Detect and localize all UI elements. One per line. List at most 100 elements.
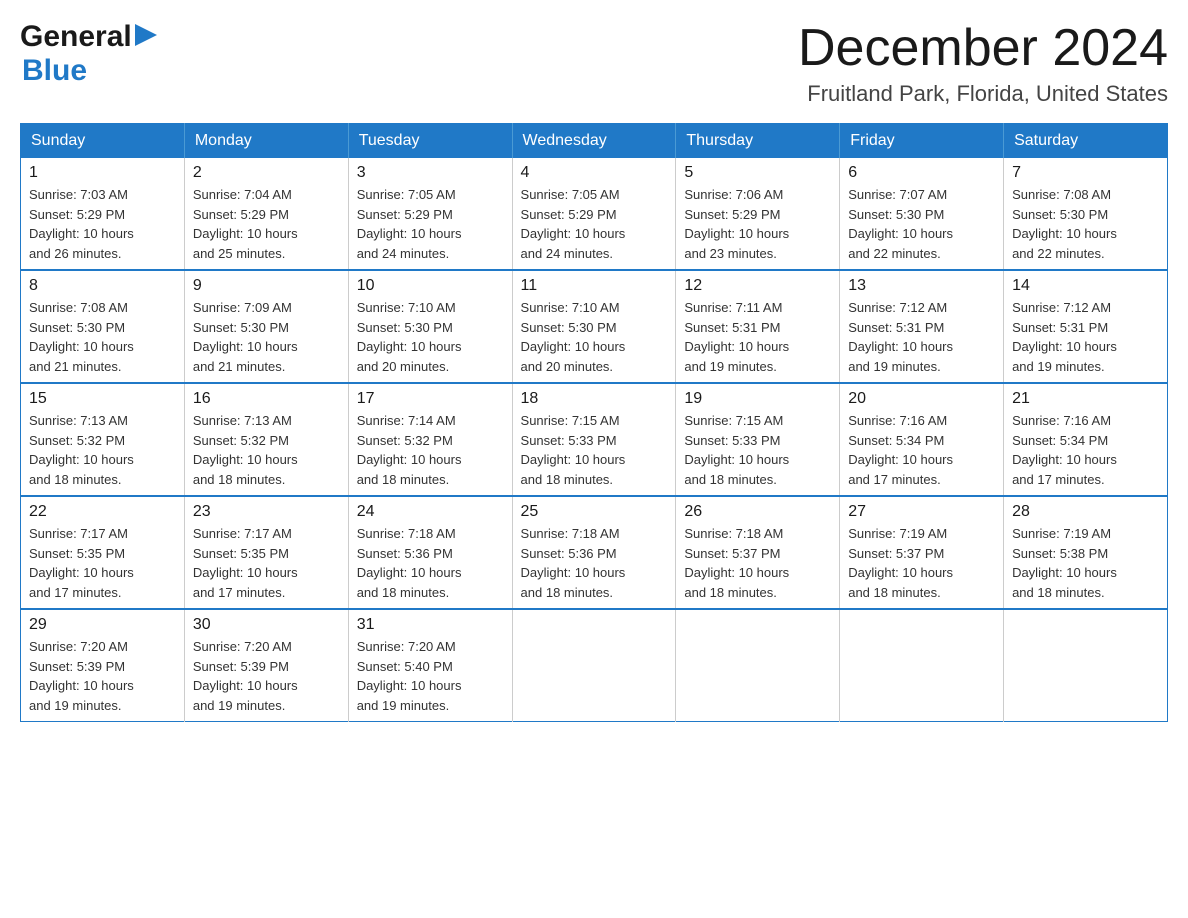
day-info-text: and 18 minutes.	[357, 470, 504, 490]
day-number: 18	[521, 390, 668, 408]
table-row: 7Sunrise: 7:08 AMSunset: 5:30 PMDaylight…	[1004, 158, 1168, 270]
table-row: 16Sunrise: 7:13 AMSunset: 5:32 PMDayligh…	[184, 383, 348, 496]
day-info-text: Daylight: 10 hours	[521, 224, 668, 244]
day-number: 1	[29, 164, 176, 182]
page-wrapper: General Blue December 2024 Fruitland Par…	[20, 20, 1168, 722]
day-info-text: Sunset: 5:36 PM	[357, 544, 504, 564]
day-info-text: Sunset: 5:39 PM	[193, 657, 340, 677]
day-number: 9	[193, 277, 340, 295]
table-row	[1004, 609, 1168, 722]
day-number: 21	[1012, 390, 1159, 408]
col-monday: Monday	[184, 124, 348, 159]
day-info-text: Daylight: 10 hours	[521, 450, 668, 470]
table-row: 8Sunrise: 7:08 AMSunset: 5:30 PMDaylight…	[21, 270, 185, 383]
day-info-text: Sunset: 5:29 PM	[29, 205, 176, 225]
day-number: 24	[357, 503, 504, 521]
day-info-text: Daylight: 10 hours	[848, 224, 995, 244]
day-info-text: Sunset: 5:29 PM	[684, 205, 831, 225]
col-sunday: Sunday	[21, 124, 185, 159]
calendar-table: Sunday Monday Tuesday Wednesday Thursday…	[20, 123, 1168, 722]
day-info-text: Daylight: 10 hours	[848, 450, 995, 470]
title-section: December 2024 Fruitland Park, Florida, U…	[798, 20, 1168, 107]
day-info-text: Daylight: 10 hours	[357, 450, 504, 470]
day-info-text: Daylight: 10 hours	[193, 563, 340, 583]
day-number: 2	[193, 164, 340, 182]
day-info-text: Sunset: 5:38 PM	[1012, 544, 1159, 564]
logo-triangle-icon	[135, 24, 157, 46]
table-row: 2Sunrise: 7:04 AMSunset: 5:29 PMDaylight…	[184, 158, 348, 270]
table-row: 20Sunrise: 7:16 AMSunset: 5:34 PMDayligh…	[840, 383, 1004, 496]
day-info-text: Sunrise: 7:04 AM	[193, 185, 340, 205]
day-info-text: Sunset: 5:29 PM	[521, 205, 668, 225]
day-info-text: and 18 minutes.	[848, 583, 995, 603]
day-number: 16	[193, 390, 340, 408]
day-info-text: Sunset: 5:36 PM	[521, 544, 668, 564]
day-info-text: Sunrise: 7:18 AM	[684, 524, 831, 544]
day-info-text: Daylight: 10 hours	[357, 563, 504, 583]
day-info-text: Sunrise: 7:12 AM	[1012, 298, 1159, 318]
day-info-text: and 26 minutes.	[29, 244, 176, 264]
day-info-text: and 19 minutes.	[684, 357, 831, 377]
day-number: 27	[848, 503, 995, 521]
day-info-text: Daylight: 10 hours	[521, 563, 668, 583]
day-number: 20	[848, 390, 995, 408]
day-info-text: Sunrise: 7:20 AM	[193, 637, 340, 657]
day-info-text: and 19 minutes.	[357, 696, 504, 716]
day-info-text: and 17 minutes.	[29, 583, 176, 603]
table-row: 22Sunrise: 7:17 AMSunset: 5:35 PMDayligh…	[21, 496, 185, 609]
day-info-text: Sunset: 5:34 PM	[1012, 431, 1159, 451]
table-row: 12Sunrise: 7:11 AMSunset: 5:31 PMDayligh…	[676, 270, 840, 383]
table-row: 5Sunrise: 7:06 AMSunset: 5:29 PMDaylight…	[676, 158, 840, 270]
day-info-text: Sunset: 5:32 PM	[357, 431, 504, 451]
day-number: 13	[848, 277, 995, 295]
day-info-text: Daylight: 10 hours	[1012, 337, 1159, 357]
logo-blue-text: Blue	[22, 54, 87, 87]
day-number: 11	[521, 277, 668, 295]
day-info-text: Sunrise: 7:03 AM	[29, 185, 176, 205]
day-info-text: Sunset: 5:37 PM	[684, 544, 831, 564]
day-info-text: and 18 minutes.	[684, 470, 831, 490]
table-row: 29Sunrise: 7:20 AMSunset: 5:39 PMDayligh…	[21, 609, 185, 722]
calendar-header-row: Sunday Monday Tuesday Wednesday Thursday…	[21, 124, 1168, 159]
day-info-text: and 20 minutes.	[357, 357, 504, 377]
day-info-text: Sunrise: 7:12 AM	[848, 298, 995, 318]
table-row: 31Sunrise: 7:20 AMSunset: 5:40 PMDayligh…	[348, 609, 512, 722]
table-row: 9Sunrise: 7:09 AMSunset: 5:30 PMDaylight…	[184, 270, 348, 383]
calendar-week-row: 1Sunrise: 7:03 AMSunset: 5:29 PMDaylight…	[21, 158, 1168, 270]
day-info-text: Sunrise: 7:18 AM	[357, 524, 504, 544]
day-info-text: Sunrise: 7:08 AM	[29, 298, 176, 318]
day-number: 25	[521, 503, 668, 521]
day-info-text: Sunrise: 7:19 AM	[848, 524, 995, 544]
logo: General Blue	[20, 20, 157, 88]
day-info-text: Sunset: 5:29 PM	[357, 205, 504, 225]
day-info-text: and 25 minutes.	[193, 244, 340, 264]
day-info-text: Sunrise: 7:05 AM	[357, 185, 504, 205]
day-info-text: and 21 minutes.	[193, 357, 340, 377]
day-info-text: Sunrise: 7:10 AM	[357, 298, 504, 318]
day-number: 12	[684, 277, 831, 295]
day-info-text: and 18 minutes.	[684, 583, 831, 603]
table-row: 1Sunrise: 7:03 AMSunset: 5:29 PMDaylight…	[21, 158, 185, 270]
table-row: 21Sunrise: 7:16 AMSunset: 5:34 PMDayligh…	[1004, 383, 1168, 496]
day-info-text: and 18 minutes.	[193, 470, 340, 490]
day-info-text: and 19 minutes.	[1012, 357, 1159, 377]
table-row: 18Sunrise: 7:15 AMSunset: 5:33 PMDayligh…	[512, 383, 676, 496]
day-info-text: Sunset: 5:31 PM	[1012, 318, 1159, 338]
day-number: 28	[1012, 503, 1159, 521]
day-info-text: and 21 minutes.	[29, 357, 176, 377]
day-info-text: Sunrise: 7:13 AM	[29, 411, 176, 431]
day-info-text: and 18 minutes.	[521, 583, 668, 603]
day-info-text: Sunrise: 7:14 AM	[357, 411, 504, 431]
day-info-text: Sunrise: 7:07 AM	[848, 185, 995, 205]
header: General Blue December 2024 Fruitland Par…	[20, 20, 1168, 107]
location-subtitle: Fruitland Park, Florida, United States	[798, 81, 1168, 107]
calendar-week-row: 8Sunrise: 7:08 AMSunset: 5:30 PMDaylight…	[21, 270, 1168, 383]
day-info-text: Daylight: 10 hours	[29, 337, 176, 357]
day-info-text: Sunrise: 7:20 AM	[29, 637, 176, 657]
day-info-text: Daylight: 10 hours	[29, 450, 176, 470]
table-row: 4Sunrise: 7:05 AMSunset: 5:29 PMDaylight…	[512, 158, 676, 270]
day-info-text: and 22 minutes.	[1012, 244, 1159, 264]
day-info-text: Sunrise: 7:17 AM	[193, 524, 340, 544]
day-info-text: and 23 minutes.	[684, 244, 831, 264]
day-number: 15	[29, 390, 176, 408]
